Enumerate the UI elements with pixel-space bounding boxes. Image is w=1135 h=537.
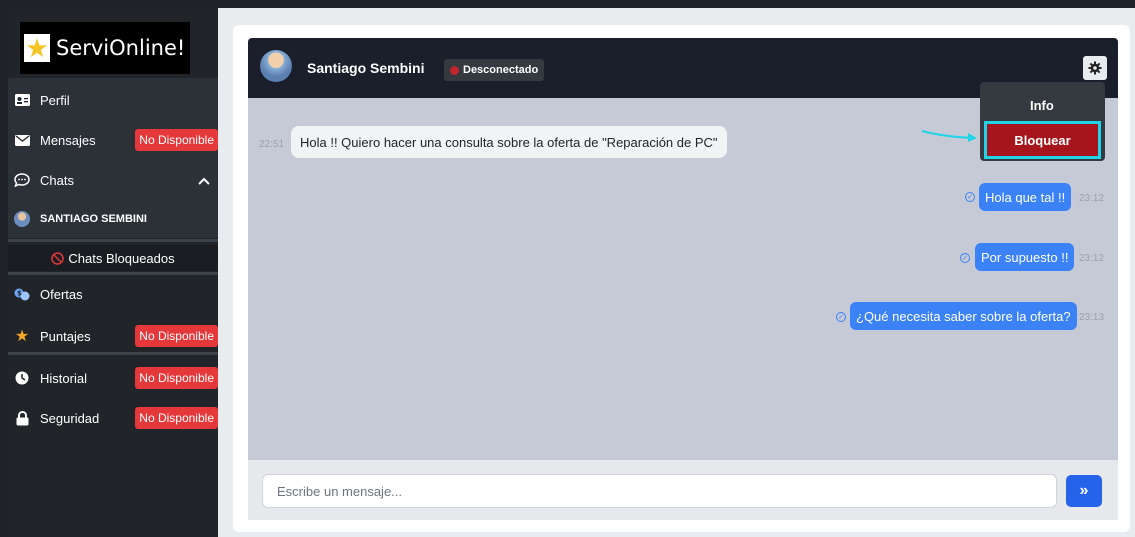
sidebar-item-seguridad[interactable]: Seguridad No Disponible (8, 400, 218, 436)
message-time: 23:13 (1079, 312, 1105, 323)
menu-item-bloquear[interactable]: Bloquear (984, 121, 1101, 159)
message-time: 23:12 (1079, 253, 1105, 264)
settings-button[interactable] (1083, 56, 1107, 80)
divider (8, 352, 218, 355)
message-time: 23:12 (1079, 193, 1105, 204)
sidebar-item-label: Puntajes (40, 328, 91, 344)
message-text: Hola !! Quiero hacer una consulta sobre … (300, 134, 718, 150)
sidebar-item-label: Ofertas (40, 286, 83, 302)
sidebar-item-label: SANTIAGO SEMBINI (40, 213, 147, 225)
contact-name: Santiago Sembini (307, 60, 425, 76)
message-bubble-incoming: Hola !! Quiero hacer una consulta sobre … (291, 126, 727, 158)
ban-icon (51, 251, 65, 265)
sidebar-item-label: Mensajes (40, 132, 96, 148)
message-text: ¿Qué necesita saber sobre la oferta? (856, 308, 1071, 324)
clock-icon (14, 370, 30, 386)
status-badge: No Disponible (135, 325, 218, 347)
message-text: Por supuesto !! (981, 249, 1069, 265)
star-icon: ★ (14, 328, 30, 345)
sidebar-item-label: Seguridad (40, 410, 100, 426)
sidebar-item-label: Chats (40, 172, 74, 188)
brand-name: ServiOnline! (56, 36, 186, 60)
sidebar-item-chats[interactable]: Chats (8, 162, 218, 198)
divider (8, 239, 218, 242)
message-text: Hola que tal !! (985, 189, 1066, 205)
chat-bubble-icon (14, 172, 30, 188)
sidebar-item-label: Perfil (40, 92, 70, 108)
id-card-icon (14, 92, 30, 108)
envelope-icon (14, 132, 30, 148)
star-icon: ★ (24, 33, 50, 63)
status-badge: No Disponible (135, 407, 218, 429)
status-label: Desconectado (463, 64, 539, 76)
sidebar-item-label: Historial (40, 370, 87, 386)
chevron-up-icon[interactable] (198, 172, 210, 188)
status-badge: No Disponible (135, 129, 218, 151)
sidebar-item-mensajes[interactable]: Mensajes No Disponible (8, 122, 218, 158)
message-time: 22:51 (259, 139, 285, 150)
window-top-border (0, 0, 1135, 8)
sidebar-item-puntajes[interactable]: ★ Puntajes No Disponible (8, 318, 218, 354)
check-icon: ✓ (960, 253, 970, 263)
annotation-arrow-icon (921, 130, 977, 142)
sidebar-item-label: Chats Bloqueados (68, 250, 175, 266)
check-icon: ✓ (965, 192, 975, 202)
sidebar-item-perfil[interactable]: Perfil (8, 82, 218, 118)
avatar (260, 50, 292, 82)
gear-icon (1088, 61, 1102, 75)
send-icon: » (1079, 482, 1089, 499)
message-input[interactable] (262, 474, 1057, 508)
sidebar-item-ofertas[interactable]: $ Ofertas (8, 276, 218, 312)
brand-logo[interactable]: ★ ServiOnline! (20, 22, 190, 74)
message-bubble-outgoing: ¿Qué necesita saber sobre la oferta? (850, 302, 1077, 330)
sidebar-item-santiago-sembini[interactable]: SANTIAGO SEMBINI (8, 202, 218, 236)
divider (8, 272, 218, 275)
sidebar-item-historial[interactable]: Historial No Disponible (8, 360, 218, 396)
check-icon: ✓ (836, 312, 846, 322)
message-bubble-outgoing: Hola que tal !! (979, 183, 1072, 211)
status-badge: Desconectado (444, 59, 545, 81)
sidebar: ★ ServiOnline! Perfil Mensajes No Dispon… (8, 8, 218, 537)
lock-icon (14, 410, 30, 426)
offline-dot-icon (450, 65, 459, 75)
avatar (14, 211, 30, 227)
menu-item-info[interactable]: Info (1030, 98, 1054, 113)
message-bubble-outgoing: Por supuesto !! (975, 243, 1075, 271)
status-badge: No Disponible (135, 367, 218, 389)
svg-text:$: $ (17, 289, 22, 297)
window-left-border (0, 0, 8, 537)
send-button[interactable]: » (1066, 475, 1102, 507)
money-icon: $ (14, 286, 30, 302)
sidebar-item-chats-bloqueados[interactable]: Chats Bloqueados (8, 245, 218, 271)
